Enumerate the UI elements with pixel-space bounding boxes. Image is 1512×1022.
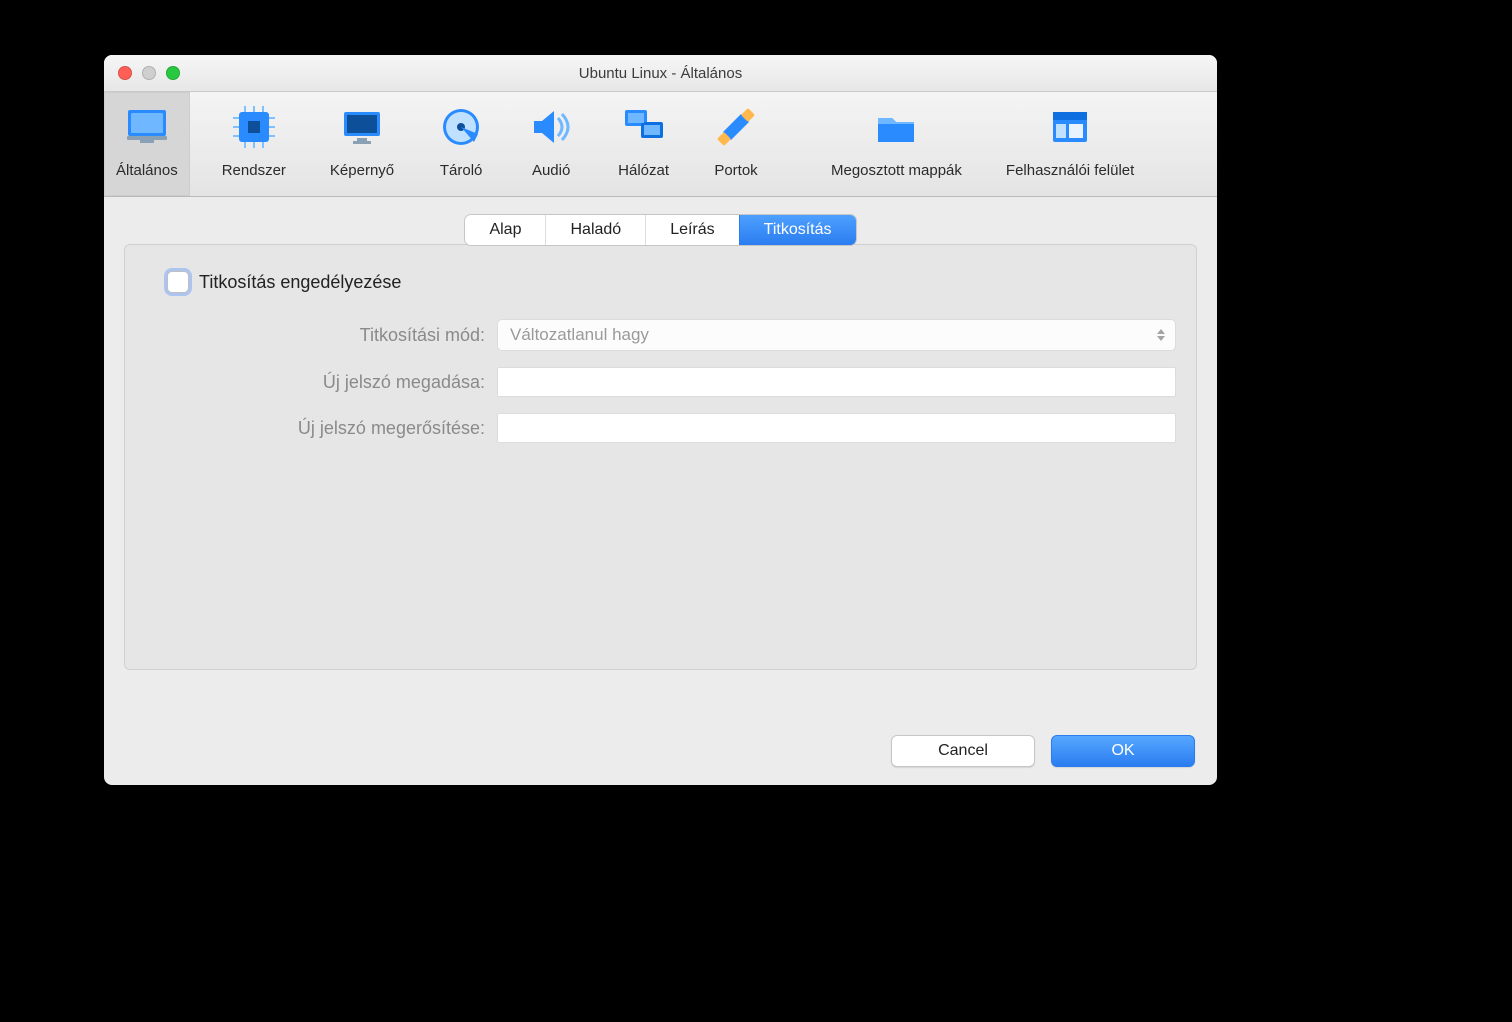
- folder-icon: [873, 104, 919, 150]
- toolbar: Általános Rendszer: [104, 92, 1217, 197]
- toolbar-ui-label: Felhasználói felület: [1006, 162, 1134, 179]
- newpw-label: Új jelszó megadása:: [145, 372, 497, 393]
- chip-icon: [231, 104, 277, 150]
- toolbar-storage-label: Tároló: [440, 162, 483, 179]
- ports-icon: [713, 104, 759, 150]
- toolbar-shared-folders[interactable]: Megosztott mappák: [819, 92, 974, 196]
- zoom-icon[interactable]: [166, 66, 180, 80]
- monitor-icon: [124, 104, 170, 150]
- toolbar-display-label: Képernyő: [330, 162, 394, 179]
- toolbar-network-label: Hálózat: [618, 162, 669, 179]
- toolbar-general-label: Általános: [116, 162, 178, 179]
- toolbar-system[interactable]: Rendszer: [210, 92, 298, 196]
- tab-encryption[interactable]: Titkosítás: [739, 215, 856, 245]
- content: Alap Haladó Leírás Titkosítás Titkosítás…: [104, 197, 1217, 688]
- ui-icon: [1047, 104, 1093, 150]
- window-title: Ubuntu Linux - Általános: [104, 65, 1217, 82]
- enable-encryption-row: Titkosítás engedélyezése: [145, 271, 1176, 293]
- speaker-icon: [528, 104, 574, 150]
- newpw-input[interactable]: [497, 367, 1176, 397]
- close-icon[interactable]: [118, 66, 132, 80]
- enable-encryption-label: Titkosítás engedélyezése: [199, 272, 401, 293]
- newpw-row: Új jelszó megadása:: [145, 367, 1176, 397]
- toolbar-shared-folders-label: Megosztott mappák: [831, 162, 962, 179]
- toolbar-storage[interactable]: Tároló: [426, 92, 496, 196]
- toolbar-display[interactable]: Képernyő: [318, 92, 406, 196]
- mode-row: Titkosítási mód: Változatlanul hagy: [145, 319, 1176, 351]
- toolbar-general[interactable]: Általános: [104, 92, 190, 196]
- enable-encryption-checkbox[interactable]: [167, 271, 189, 293]
- ok-button[interactable]: OK: [1051, 735, 1195, 767]
- toolbar-network[interactable]: Hálózat: [606, 92, 681, 196]
- cancel-button[interactable]: Cancel: [891, 735, 1035, 767]
- toolbar-ports[interactable]: Portok: [701, 92, 771, 196]
- mode-label: Titkosítási mód:: [145, 325, 497, 346]
- settings-window: Ubuntu Linux - Általános Általános: [104, 55, 1217, 785]
- confirm-label: Új jelszó megerősítése:: [145, 418, 497, 439]
- tabs: Alap Haladó Leírás Titkosítás: [124, 215, 1197, 245]
- chevron-updown-icon: [1157, 329, 1165, 341]
- toolbar-ui[interactable]: Felhasználói felület: [994, 92, 1146, 196]
- mode-select[interactable]: Változatlanul hagy: [497, 319, 1176, 351]
- confirm-row: Új jelszó megerősítése:: [145, 413, 1176, 443]
- segmented-control: Alap Haladó Leírás Titkosítás: [465, 215, 855, 245]
- mode-select-value: Változatlanul hagy: [510, 325, 649, 345]
- confirm-input[interactable]: [497, 413, 1176, 443]
- encryption-panel: Titkosítás engedélyezése Titkosítási mód…: [124, 244, 1197, 670]
- tab-advanced[interactable]: Haladó: [545, 215, 645, 245]
- titlebar: Ubuntu Linux - Általános: [104, 55, 1217, 92]
- tab-basic[interactable]: Alap: [465, 215, 545, 245]
- footer: Cancel OK: [891, 735, 1195, 767]
- disk-icon: [438, 104, 484, 150]
- toolbar-audio-label: Audió: [532, 162, 570, 179]
- toolbar-ports-label: Portok: [714, 162, 757, 179]
- toolbar-system-label: Rendszer: [222, 162, 286, 179]
- toolbar-audio[interactable]: Audió: [516, 92, 586, 196]
- tab-description[interactable]: Leírás: [645, 215, 738, 245]
- window-controls: [104, 66, 180, 80]
- display-icon: [339, 104, 385, 150]
- minimize-icon: [142, 66, 156, 80]
- network-icon: [621, 104, 667, 150]
